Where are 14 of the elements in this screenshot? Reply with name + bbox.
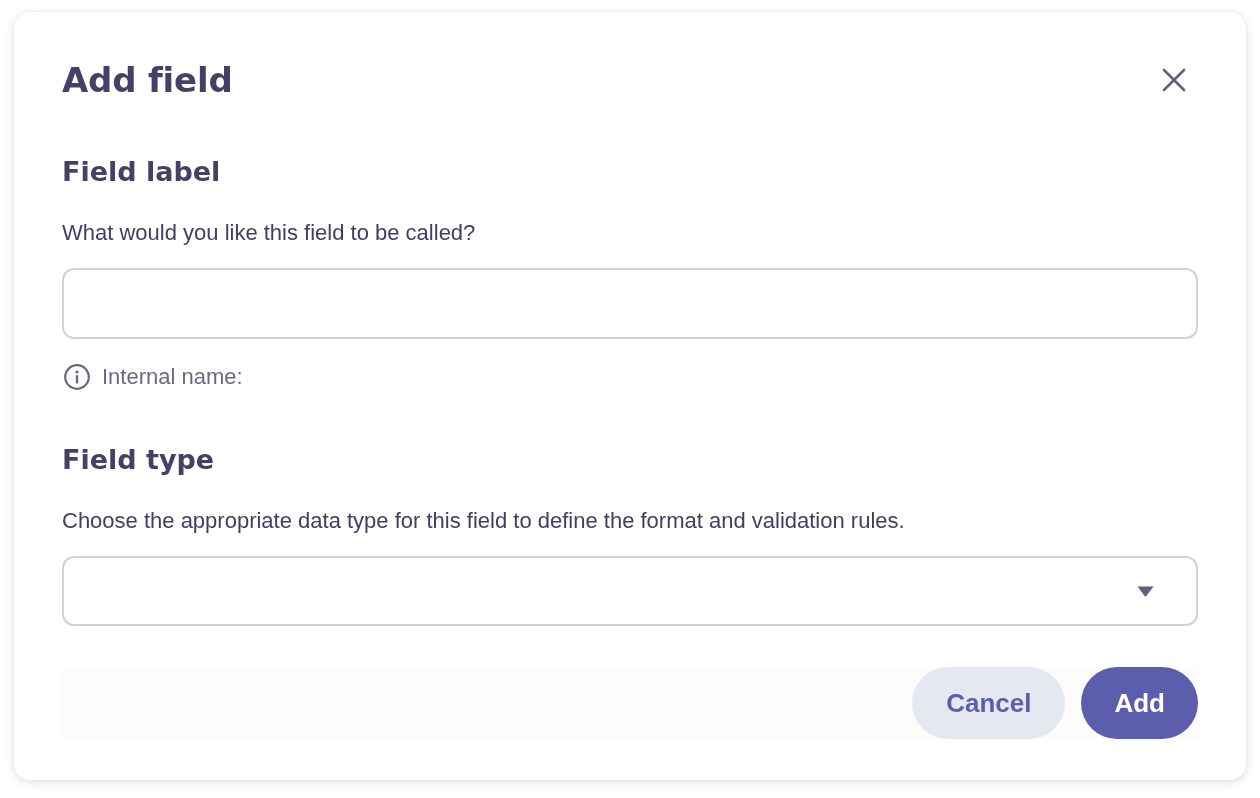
text-input[interactable] <box>62 268 1198 339</box>
internal-name-hint: Internal name: <box>102 363 243 391</box>
close-button[interactable] <box>1162 68 1186 92</box>
dialog-title: Add field <box>62 59 233 102</box>
section-description: Choose the appropriate data type for this field to define the format and validation rules. <box>62 507 905 535</box>
add-button[interactable]: Add <box>1081 667 1198 739</box>
section-description: What would you like this field to be called? <box>62 219 476 247</box>
select-field[interactable] <box>62 556 1198 626</box>
cancel-button[interactable]: Cancel <box>912 667 1066 739</box>
close-icon <box>1162 68 1186 92</box>
section-heading: Field type <box>62 444 215 476</box>
info-icon <box>64 364 90 390</box>
caret-icon <box>1137 585 1154 597</box>
section-heading: Field label <box>62 156 221 188</box>
